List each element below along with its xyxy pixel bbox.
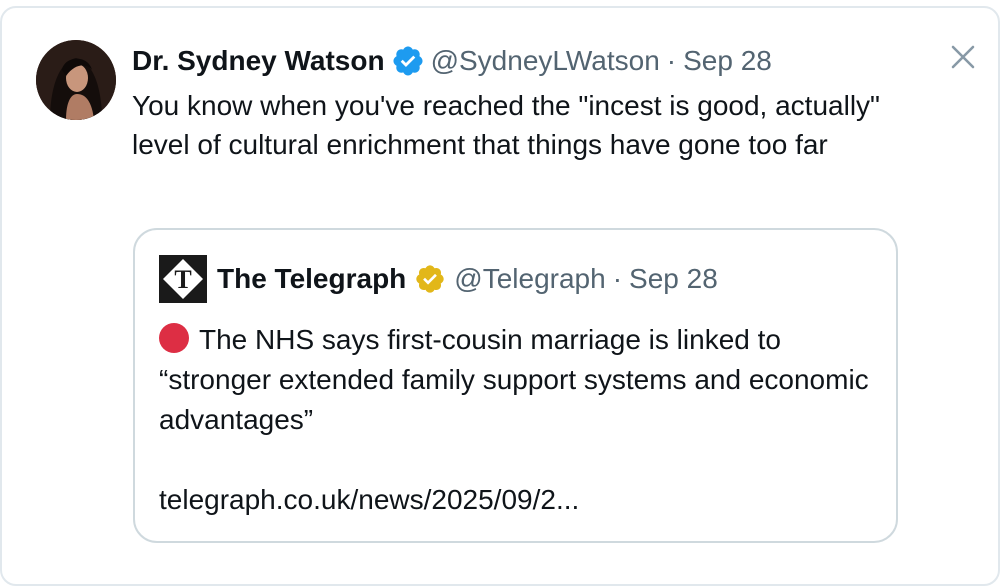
quoted-author-handle[interactable]: @Telegraph xyxy=(454,263,605,295)
tweet-header: Dr. Sydney Watson @SydneyLWatson · Sep 2… xyxy=(132,42,772,80)
gold-verified-badge-icon[interactable] xyxy=(414,263,446,295)
quoted-tweet-date[interactable]: Sep 28 xyxy=(629,263,718,295)
red-circle-icon xyxy=(159,323,189,353)
tweet-date[interactable]: Sep 28 xyxy=(683,42,772,80)
separator-dot: · xyxy=(666,45,677,76)
verified-badge-icon[interactable] xyxy=(391,44,425,78)
quoted-separator-dot: · xyxy=(612,263,623,294)
quoted-tweet-link[interactable]: telegraph.co.uk/news/2025/09/2... xyxy=(159,480,579,520)
close-button[interactable] xyxy=(948,42,978,72)
tweet-text: You know when you've reached the "incest… xyxy=(132,90,880,160)
close-icon xyxy=(951,45,975,69)
quoted-tweet-header: T The Telegraph @Telegraph · Sep 28 xyxy=(159,254,718,304)
telegraph-logo-icon[interactable]: T xyxy=(159,255,207,303)
tweet-card[interactable]: Dr. Sydney Watson @SydneyLWatson · Sep 2… xyxy=(0,6,1000,586)
quoted-tweet-text-block: The NHS says first-cousin marriage is li… xyxy=(159,320,879,440)
quoted-author-display-name[interactable]: The Telegraph xyxy=(217,263,406,295)
profile-photo-icon xyxy=(36,40,116,120)
quoted-tweet-text: The NHS says first-cousin marriage is li… xyxy=(159,324,869,435)
author-avatar[interactable] xyxy=(36,40,116,120)
quoted-tweet[interactable]: T The Telegraph @Telegraph · Sep 28 The … xyxy=(133,228,898,543)
author-handle[interactable]: @SydneyLWatson xyxy=(431,42,660,80)
svg-text:T: T xyxy=(174,265,191,294)
author-display-name[interactable]: Dr. Sydney Watson xyxy=(132,42,385,80)
